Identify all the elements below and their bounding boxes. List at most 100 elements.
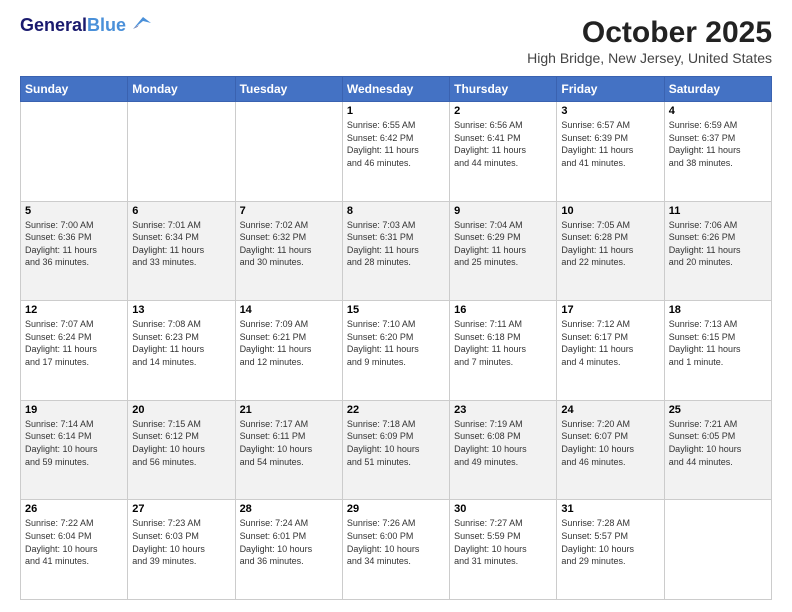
cell-day-number: 9 <box>454 205 552 217</box>
cell-info: Sunrise: 7:13 AM Sunset: 6:15 PM Dayligh… <box>669 318 767 368</box>
cell-info: Sunrise: 7:01 AM Sunset: 6:34 PM Dayligh… <box>132 219 230 269</box>
cell-day-number: 24 <box>561 404 659 416</box>
cell-info: Sunrise: 7:27 AM Sunset: 5:59 PM Dayligh… <box>454 517 552 567</box>
table-row: 11 Sunrise: 7:06 AM Sunset: 6:26 PM Dayli… <box>664 201 771 301</box>
cell-day-number: 4 <box>669 105 767 117</box>
table-row: 28 Sunrise: 7:24 AM Sunset: 6:01 PM Dayli… <box>235 500 342 600</box>
cell-day-number: 25 <box>669 404 767 416</box>
table-row: 2 Sunrise: 6:56 AM Sunset: 6:41 PM Daylig… <box>450 102 557 202</box>
cell-day-number: 5 <box>25 205 123 217</box>
calendar-week-row: 12 Sunrise: 7:07 AM Sunset: 6:24 PM Dayli… <box>21 301 772 401</box>
table-row: 14 Sunrise: 7:09 AM Sunset: 6:21 PM Dayli… <box>235 301 342 401</box>
table-row: 3 Sunrise: 6:57 AM Sunset: 6:39 PM Daylig… <box>557 102 664 202</box>
cell-day-number: 11 <box>669 205 767 217</box>
cell-day-number: 14 <box>240 304 338 316</box>
table-row: 6 Sunrise: 7:01 AM Sunset: 6:34 PM Daylig… <box>128 201 235 301</box>
cell-day-number: 18 <box>669 304 767 316</box>
cell-info: Sunrise: 7:24 AM Sunset: 6:01 PM Dayligh… <box>240 517 338 567</box>
table-row: 19 Sunrise: 7:14 AM Sunset: 6:14 PM Dayli… <box>21 400 128 500</box>
cell-info: Sunrise: 7:26 AM Sunset: 6:00 PM Dayligh… <box>347 517 445 567</box>
header-thursday: Thursday <box>450 77 557 102</box>
table-row: 18 Sunrise: 7:13 AM Sunset: 6:15 PM Dayli… <box>664 301 771 401</box>
cell-day-number: 12 <box>25 304 123 316</box>
table-row: 10Sunrise: 7:05 AM Sunset: 6:28 PM Dayli… <box>557 201 664 301</box>
cell-info: Sunrise: 7:12 AM Sunset: 6:17 PM Dayligh… <box>561 318 659 368</box>
cell-day-number: 27 <box>132 503 230 515</box>
cell-day-number: 23 <box>454 404 552 416</box>
cell-info: Sunrise: 7:28 AM Sunset: 5:57 PM Dayligh… <box>561 517 659 567</box>
header-monday: Monday <box>128 77 235 102</box>
cell-day-number: 26 <box>25 503 123 515</box>
header-sunday: Sunday <box>21 77 128 102</box>
page-title: October 2025 <box>527 16 772 50</box>
table-row: 7Sunrise: 7:02 AM Sunset: 6:32 PM Daylig… <box>235 201 342 301</box>
cell-info: Sunrise: 7:06 AM Sunset: 6:26 PM Dayligh… <box>669 219 767 269</box>
table-row: 23 Sunrise: 7:19 AM Sunset: 6:08 PM Dayli… <box>450 400 557 500</box>
title-block: October 2025 High Bridge, New Jersey, Un… <box>527 16 772 66</box>
cell-day-number: 8 <box>347 205 445 217</box>
cell-day-number: 3 <box>561 105 659 117</box>
cell-info: Sunrise: 6:56 AM Sunset: 6:41 PM Dayligh… <box>454 119 552 169</box>
table-row: 5 Sunrise: 7:00 AM Sunset: 6:36 PM Daylig… <box>21 201 128 301</box>
table-row: 27 Sunrise: 7:23 AM Sunset: 6:03 PM Dayli… <box>128 500 235 600</box>
table-row: 22Sunrise: 7:18 AM Sunset: 6:09 PM Dayli… <box>342 400 449 500</box>
cell-info: Sunrise: 7:11 AM Sunset: 6:18 PM Dayligh… <box>454 318 552 368</box>
cell-day-number: 28 <box>240 503 338 515</box>
cell-day-number: 21 <box>240 404 338 416</box>
calendar-week-row: 19 Sunrise: 7:14 AM Sunset: 6:14 PM Dayli… <box>21 400 772 500</box>
cell-info: Sunrise: 7:15 AM Sunset: 6:12 PM Dayligh… <box>132 418 230 468</box>
cell-info: Sunrise: 7:03 AM Sunset: 6:31 PM Dayligh… <box>347 219 445 269</box>
cell-info: Sunrise: 7:19 AM Sunset: 6:08 PM Dayligh… <box>454 418 552 468</box>
table-row: 16Sunrise: 7:11 AM Sunset: 6:18 PM Dayli… <box>450 301 557 401</box>
header: GeneralBlue October 2025 High Bridge, Ne… <box>20 16 772 66</box>
header-saturday: Saturday <box>664 77 771 102</box>
logo: GeneralBlue <box>20 16 151 36</box>
cell-info: Sunrise: 6:57 AM Sunset: 6:39 PM Dayligh… <box>561 119 659 169</box>
table-row: 1 Sunrise: 6:55 AM Sunset: 6:42 PM Daylig… <box>342 102 449 202</box>
header-wednesday: Wednesday <box>342 77 449 102</box>
cell-day-number: 15 <box>347 304 445 316</box>
table-row: 29 Sunrise: 7:26 AM Sunset: 6:00 PM Dayli… <box>342 500 449 600</box>
table-row: 26 Sunrise: 7:22 AM Sunset: 6:04 PM Dayli… <box>21 500 128 600</box>
logo-text-general: GeneralBlue <box>20 16 126 36</box>
calendar-week-row: 26 Sunrise: 7:22 AM Sunset: 6:04 PM Dayli… <box>21 500 772 600</box>
table-row: 15 Sunrise: 7:10 AM Sunset: 6:20 PM Dayli… <box>342 301 449 401</box>
table-row: 17Sunrise: 7:12 AM Sunset: 6:17 PM Dayli… <box>557 301 664 401</box>
cell-info: Sunrise: 7:07 AM Sunset: 6:24 PM Dayligh… <box>25 318 123 368</box>
table-row <box>664 500 771 600</box>
table-row <box>235 102 342 202</box>
table-row: 25 Sunrise: 7:21 AM Sunset: 6:05 PM Dayli… <box>664 400 771 500</box>
cell-day-number: 22 <box>347 404 445 416</box>
table-row: 20Sunrise: 7:15 AM Sunset: 6:12 PM Dayli… <box>128 400 235 500</box>
table-row <box>21 102 128 202</box>
cell-day-number: 13 <box>132 304 230 316</box>
cell-info: Sunrise: 7:23 AM Sunset: 6:03 PM Dayligh… <box>132 517 230 567</box>
cell-info: Sunrise: 7:10 AM Sunset: 6:20 PM Dayligh… <box>347 318 445 368</box>
cell-info: Sunrise: 7:14 AM Sunset: 6:14 PM Dayligh… <box>25 418 123 468</box>
calendar-table: Sunday Monday Tuesday Wednesday Thursday… <box>20 76 772 600</box>
cell-info: Sunrise: 7:09 AM Sunset: 6:21 PM Dayligh… <box>240 318 338 368</box>
cell-day-number: 29 <box>347 503 445 515</box>
table-row: 4Sunrise: 6:59 AM Sunset: 6:37 PM Daylig… <box>664 102 771 202</box>
page-subtitle: High Bridge, New Jersey, United States <box>527 50 772 66</box>
cell-info: Sunrise: 7:08 AM Sunset: 6:23 PM Dayligh… <box>132 318 230 368</box>
calendar-week-row: 5 Sunrise: 7:00 AM Sunset: 6:36 PM Daylig… <box>21 201 772 301</box>
header-friday: Friday <box>557 77 664 102</box>
cell-day-number: 31 <box>561 503 659 515</box>
table-row: 8 Sunrise: 7:03 AM Sunset: 6:31 PM Daylig… <box>342 201 449 301</box>
calendar-header-row: Sunday Monday Tuesday Wednesday Thursday… <box>21 77 772 102</box>
table-row: 30Sunrise: 7:27 AM Sunset: 5:59 PM Dayli… <box>450 500 557 600</box>
cell-day-number: 6 <box>132 205 230 217</box>
cell-day-number: 19 <box>25 404 123 416</box>
cell-info: Sunrise: 7:00 AM Sunset: 6:36 PM Dayligh… <box>25 219 123 269</box>
cell-info: Sunrise: 7:21 AM Sunset: 6:05 PM Dayligh… <box>669 418 767 468</box>
cell-day-number: 1 <box>347 105 445 117</box>
table-row: 24Sunrise: 7:20 AM Sunset: 6:07 PM Dayli… <box>557 400 664 500</box>
cell-info: Sunrise: 7:17 AM Sunset: 6:11 PM Dayligh… <box>240 418 338 468</box>
cell-info: Sunrise: 7:22 AM Sunset: 6:04 PM Dayligh… <box>25 517 123 567</box>
table-row: 21 Sunrise: 7:17 AM Sunset: 6:11 PM Dayli… <box>235 400 342 500</box>
cell-day-number: 7 <box>240 205 338 217</box>
header-tuesday: Tuesday <box>235 77 342 102</box>
cell-info: Sunrise: 6:55 AM Sunset: 6:42 PM Dayligh… <box>347 119 445 169</box>
cell-day-number: 2 <box>454 105 552 117</box>
